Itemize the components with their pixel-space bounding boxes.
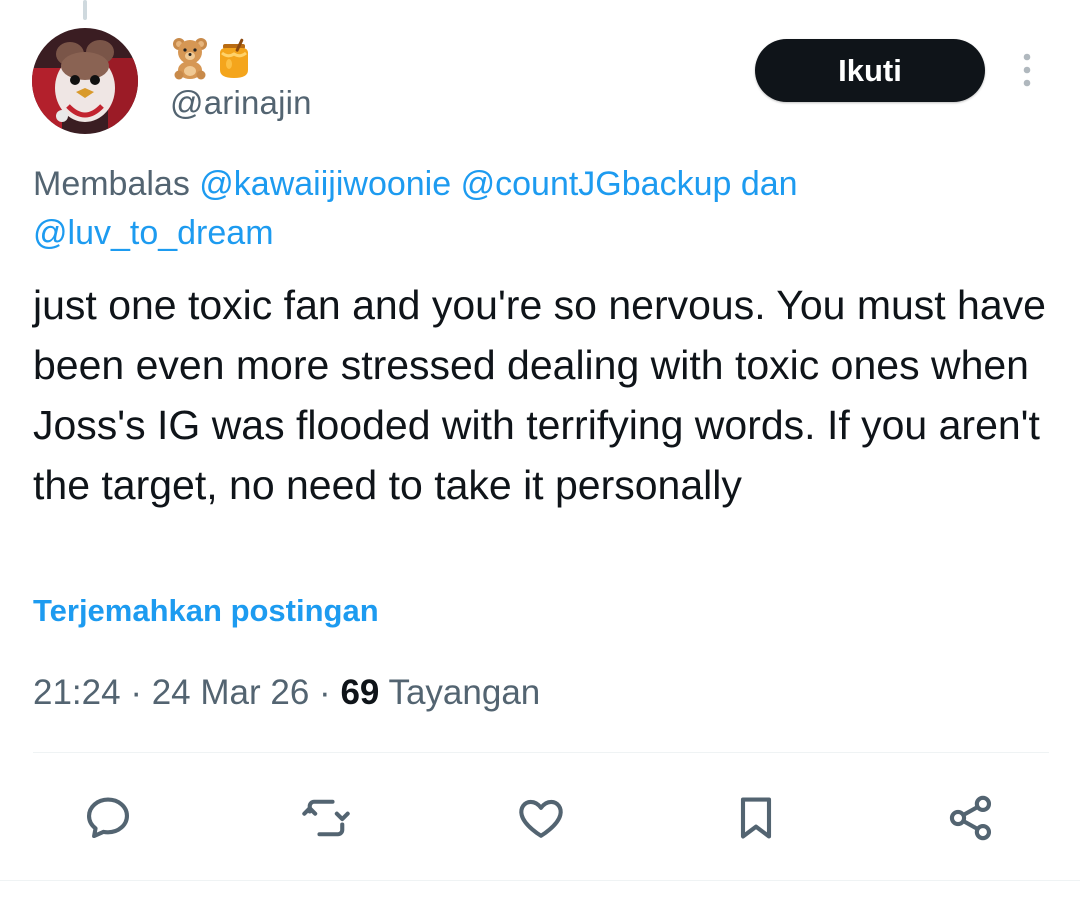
reply-prefix: Membalas (33, 165, 190, 203)
divider (33, 752, 1049, 753)
display-name[interactable] (170, 34, 254, 82)
tweet-time[interactable]: 21:24 (33, 673, 121, 712)
share-button[interactable] (945, 792, 997, 844)
bookmark-icon (740, 797, 772, 839)
thread-connector-line (83, 0, 87, 20)
divider (0, 880, 1080, 881)
heart-icon (519, 799, 563, 838)
tweet-text: just one toxic fan and you're so nervous… (33, 282, 1046, 508)
reply-button[interactable] (82, 792, 134, 844)
translate-post-link[interactable]: Terjemahkan postingan (33, 593, 379, 629)
meta-separator: · (130, 673, 142, 712)
mention-link[interactable]: @kawaiijiwoonie (199, 165, 451, 203)
mention-link[interactable]: @luv_to_dream (33, 214, 274, 252)
speech-bubble-icon (86, 797, 130, 839)
avatar-image (32, 28, 138, 134)
teddy-bear-icon (173, 38, 207, 80)
reply-context: Membalas @kawaiijiwoonie @countJGbackup … (33, 160, 1043, 258)
retweet-button[interactable] (300, 792, 352, 844)
honey-pot-icon (220, 38, 248, 78)
user-handle[interactable]: @arinajin (170, 84, 312, 122)
mention-conjunction: dan (740, 165, 798, 203)
bookmark-button[interactable] (730, 792, 782, 844)
retweet-icon (302, 799, 350, 837)
avatar[interactable] (32, 28, 138, 134)
views-label: Tayangan (388, 673, 541, 712)
tweet-date[interactable]: 24 Mar 26 (152, 673, 310, 712)
mention-link[interactable]: @countJGbackup (461, 165, 732, 203)
share-icon (949, 795, 992, 841)
views-count: 69 (340, 673, 380, 712)
follow-button[interactable]: Ikuti (755, 39, 985, 102)
tweet-metadata: 21:24 · 24 Mar 26 · 69 Tayangan (33, 673, 540, 713)
more-options-icon[interactable] (1012, 50, 1042, 90)
like-button[interactable] (515, 792, 567, 844)
meta-separator: · (319, 673, 331, 712)
